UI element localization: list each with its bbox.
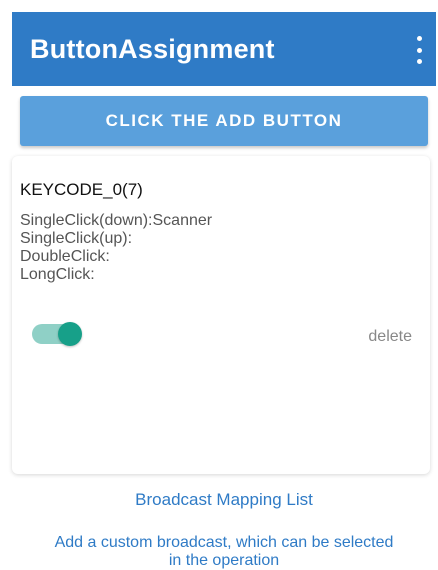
main-content: CLICK THE ADD BUTTON KEYCODE_0(7) Single…: [12, 86, 436, 569]
add-custom-broadcast-link[interactable]: Add a custom broadcast, which can be sel…: [12, 534, 436, 570]
double-click-line: DoubleClick:: [20, 248, 110, 265]
app-title: ButtonAssignment: [30, 33, 275, 64]
more-vert-icon[interactable]: [412, 36, 426, 64]
keycode-label: KEYCODE_0(7): [20, 180, 143, 199]
enable-switch[interactable]: [32, 322, 84, 346]
broadcast-hint-line: Add a custom broadcast, which can be sel…: [54, 534, 394, 551]
overflow-dot: [416, 36, 422, 41]
long-click-line: LongClick:: [20, 266, 95, 283]
overflow-dot: [416, 47, 422, 53]
broadcast-hint-line: in the operation: [168, 552, 280, 569]
add-button[interactable]: CLICK THE ADD BUTTON: [20, 96, 428, 146]
click-action-list: SingleClick(down):Scanner SingleClick(up…: [20, 212, 212, 284]
app-bar: ButtonAssignment: [12, 12, 436, 86]
single-click-up-line: SingleClick(up):: [20, 230, 133, 247]
broadcast-mapping-list-link[interactable]: Broadcast Mapping List: [12, 490, 436, 510]
mapping-card: KEYCODE_0(7) SingleClick(down):Scanner S…: [12, 156, 430, 474]
switch-thumb: [58, 322, 82, 346]
single-click-down-line: SingleClick(down):Scanner: [20, 212, 213, 229]
delete-button[interactable]: delete: [368, 328, 412, 346]
overflow-dot: [416, 59, 422, 64]
